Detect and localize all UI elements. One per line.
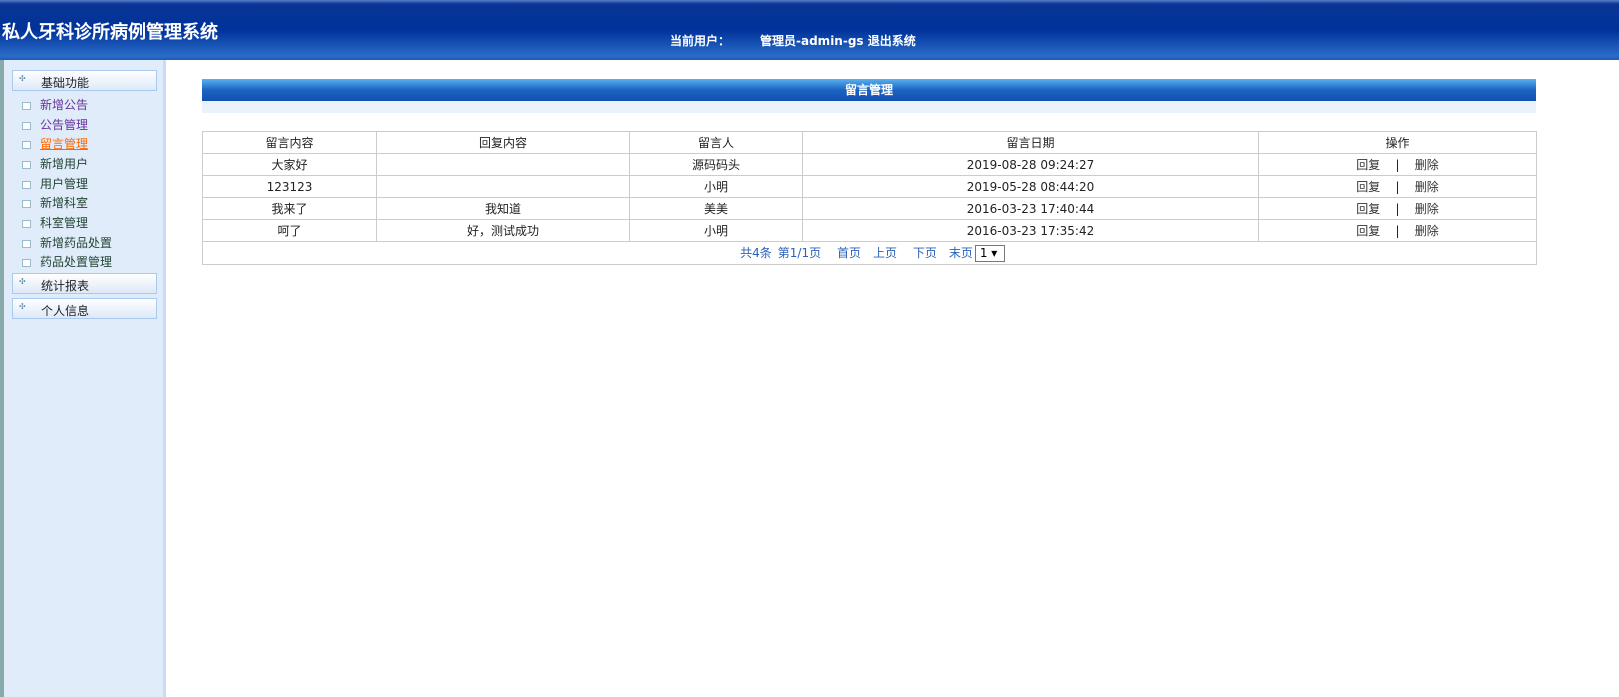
pager-first[interactable]: 首页 <box>837 246 861 260</box>
group-profile[interactable]: ✣ 个人信息 <box>12 298 157 319</box>
logout-link[interactable]: 退出系统 <box>868 34 916 48</box>
cell-date: 2019-05-28 08:44:20 <box>802 175 1259 198</box>
item-icon <box>22 160 31 169</box>
col-content: 留言内容 <box>202 131 377 154</box>
table-row: 我来了 我知道 美美 2016-03-23 17:40:44 回复 | 删除 <box>202 197 1537 220</box>
pager-next[interactable]: 下页 <box>913 246 937 260</box>
cell-author: 源码码头 <box>629 153 803 176</box>
user-info: 当前用户： 管理员-admin-gs 退出系统 <box>670 32 916 49</box>
pagination: 共4条 第1/1页 首页 上页 下页 末页 1 ▾ <box>202 241 1537 265</box>
title-underbar <box>202 101 1536 113</box>
user-label: 当前用户： <box>670 34 731 48</box>
item-icon <box>22 258 31 267</box>
app-title: 私人牙科诊所病例管理系统 <box>2 22 218 43</box>
item-icon <box>22 121 31 130</box>
sidebar-item-add-user[interactable]: 新增用户 <box>22 155 88 173</box>
group-report[interactable]: ✣ 统计报表 <box>12 273 157 294</box>
dots-icon: ✣ <box>19 74 26 83</box>
table-header: 留言内容 回复内容 留言人 留言日期 操作 <box>202 131 1537 154</box>
sidebar-item-add-dept[interactable]: 新增科室 <box>22 194 88 212</box>
item-icon <box>22 180 31 189</box>
sidebar-item-drug-manage[interactable]: 药品处置管理 <box>22 253 112 271</box>
group-basic[interactable]: ✣ 基础功能 <box>12 70 157 91</box>
pager-last[interactable]: 末页 <box>949 246 973 260</box>
cell-reply: 我知道 <box>376 197 630 220</box>
delete-link[interactable]: 删除 <box>1415 158 1439 172</box>
message-table: 留言内容 回复内容 留言人 留言日期 操作 大家好 源码码头 2019-08-28 … <box>202 131 1537 265</box>
col-actions: 操作 <box>1258 131 1537 154</box>
cell-actions: 回复 | 删除 <box>1258 219 1537 242</box>
cell-actions: 回复 | 删除 <box>1258 197 1537 220</box>
table-row: 大家好 源码码头 2019-08-28 09:24:27 回复 | 删除 <box>202 153 1537 176</box>
sidebar-item-add-notice[interactable]: 新增公告 <box>22 96 88 114</box>
header: 私人牙科诊所病例管理系统 当前用户： 管理员-admin-gs 退出系统 <box>0 0 1619 60</box>
cell-date: 2016-03-23 17:35:42 <box>802 219 1259 242</box>
page-title: 留言管理 <box>202 79 1536 101</box>
cell-reply <box>376 153 630 176</box>
pager-page: 第1/1页 <box>777 246 822 260</box>
sidebar-item-message-manage[interactable]: 留言管理 <box>22 135 88 153</box>
delete-link[interactable]: 删除 <box>1415 180 1439 194</box>
user-name: 管理员-admin-gs <box>760 34 864 48</box>
table-row: 123123 小明 2019-05-28 08:44:20 回复 | 删除 <box>202 175 1537 198</box>
cell-date: 2019-08-28 09:24:27 <box>802 153 1259 176</box>
col-date: 留言日期 <box>802 131 1259 154</box>
reply-link[interactable]: 回复 <box>1356 202 1380 216</box>
sidebar-item-add-drug[interactable]: 新增药品处置 <box>22 234 112 252</box>
item-icon <box>22 199 31 208</box>
delete-link[interactable]: 删除 <box>1415 202 1439 216</box>
delete-link[interactable]: 删除 <box>1415 224 1439 238</box>
col-reply: 回复内容 <box>376 131 630 154</box>
separator: | <box>1395 158 1400 172</box>
page-select[interactable]: 1 ▾ <box>974 245 1005 262</box>
table-row: 呵了 好，测试成功 小明 2016-03-23 17:35:42 回复 | 删除 <box>202 219 1537 242</box>
cell-author: 小明 <box>629 219 803 242</box>
cell-author: 小明 <box>629 175 803 198</box>
cell-date: 2016-03-23 17:40:44 <box>802 197 1259 220</box>
sidebar-item-notice-manage[interactable]: 公告管理 <box>22 116 88 134</box>
item-icon <box>22 101 31 110</box>
cell-actions: 回复 | 删除 <box>1258 175 1537 198</box>
separator: | <box>1395 224 1400 238</box>
cell-reply: 好，测试成功 <box>376 219 630 242</box>
reply-link[interactable]: 回复 <box>1356 158 1380 172</box>
cell-content: 呵了 <box>202 219 377 242</box>
separator: | <box>1395 180 1400 194</box>
sidebar-item-user-manage[interactable]: 用户管理 <box>22 175 88 193</box>
cell-actions: 回复 | 删除 <box>1258 153 1537 176</box>
item-icon <box>22 239 31 248</box>
cell-content: 123123 <box>202 175 377 198</box>
cell-author: 美美 <box>629 197 803 220</box>
dots-icon: ✣ <box>19 277 26 286</box>
reply-link[interactable]: 回复 <box>1356 180 1380 194</box>
col-author: 留言人 <box>629 131 803 154</box>
item-icon <box>22 219 31 228</box>
sidebar-item-dept-manage[interactable]: 科室管理 <box>22 214 88 232</box>
cell-content: 大家好 <box>202 153 377 176</box>
pager-total: 共4条 <box>740 246 772 260</box>
item-icon <box>22 140 31 149</box>
reply-link[interactable]: 回复 <box>1356 224 1380 238</box>
separator: | <box>1395 202 1400 216</box>
cell-reply <box>376 175 630 198</box>
pager-prev[interactable]: 上页 <box>873 246 897 260</box>
sidebar: ✣ 基础功能 新增公告 公告管理 留言管理 新增用户 用户管理 新增科室 科室管理… <box>0 60 166 697</box>
dots-icon: ✣ <box>19 302 26 311</box>
cell-content: 我来了 <box>202 197 377 220</box>
